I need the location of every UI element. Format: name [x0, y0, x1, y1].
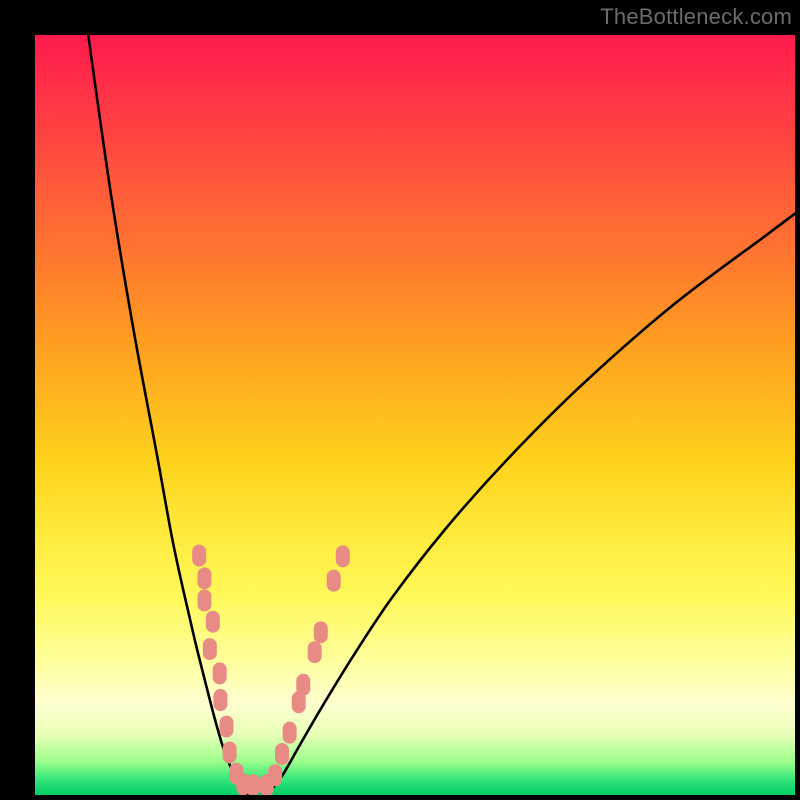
chart-overlay	[35, 35, 795, 795]
marker-dot	[197, 589, 211, 611]
marker-dot	[220, 716, 234, 738]
marker-dot	[327, 570, 341, 592]
marker-dot	[283, 722, 297, 744]
marker-dots	[192, 545, 350, 795]
watermark-text: TheBottleneck.com	[600, 4, 792, 30]
marker-dot	[308, 641, 322, 663]
marker-dot	[336, 545, 350, 567]
marker-dot	[246, 774, 260, 795]
marker-dot	[223, 741, 237, 763]
series-lines	[88, 35, 795, 795]
marker-dot	[192, 545, 206, 567]
marker-dot	[314, 621, 328, 643]
chart-container: TheBottleneck.com	[0, 0, 800, 800]
marker-dot	[197, 567, 211, 589]
marker-dot	[275, 743, 289, 765]
marker-dot	[213, 689, 227, 711]
marker-dot	[203, 638, 217, 660]
marker-dot	[296, 674, 310, 696]
series-curve-right	[267, 214, 795, 795]
marker-dot	[206, 611, 220, 633]
marker-dot	[268, 764, 282, 786]
marker-dot	[213, 662, 227, 684]
